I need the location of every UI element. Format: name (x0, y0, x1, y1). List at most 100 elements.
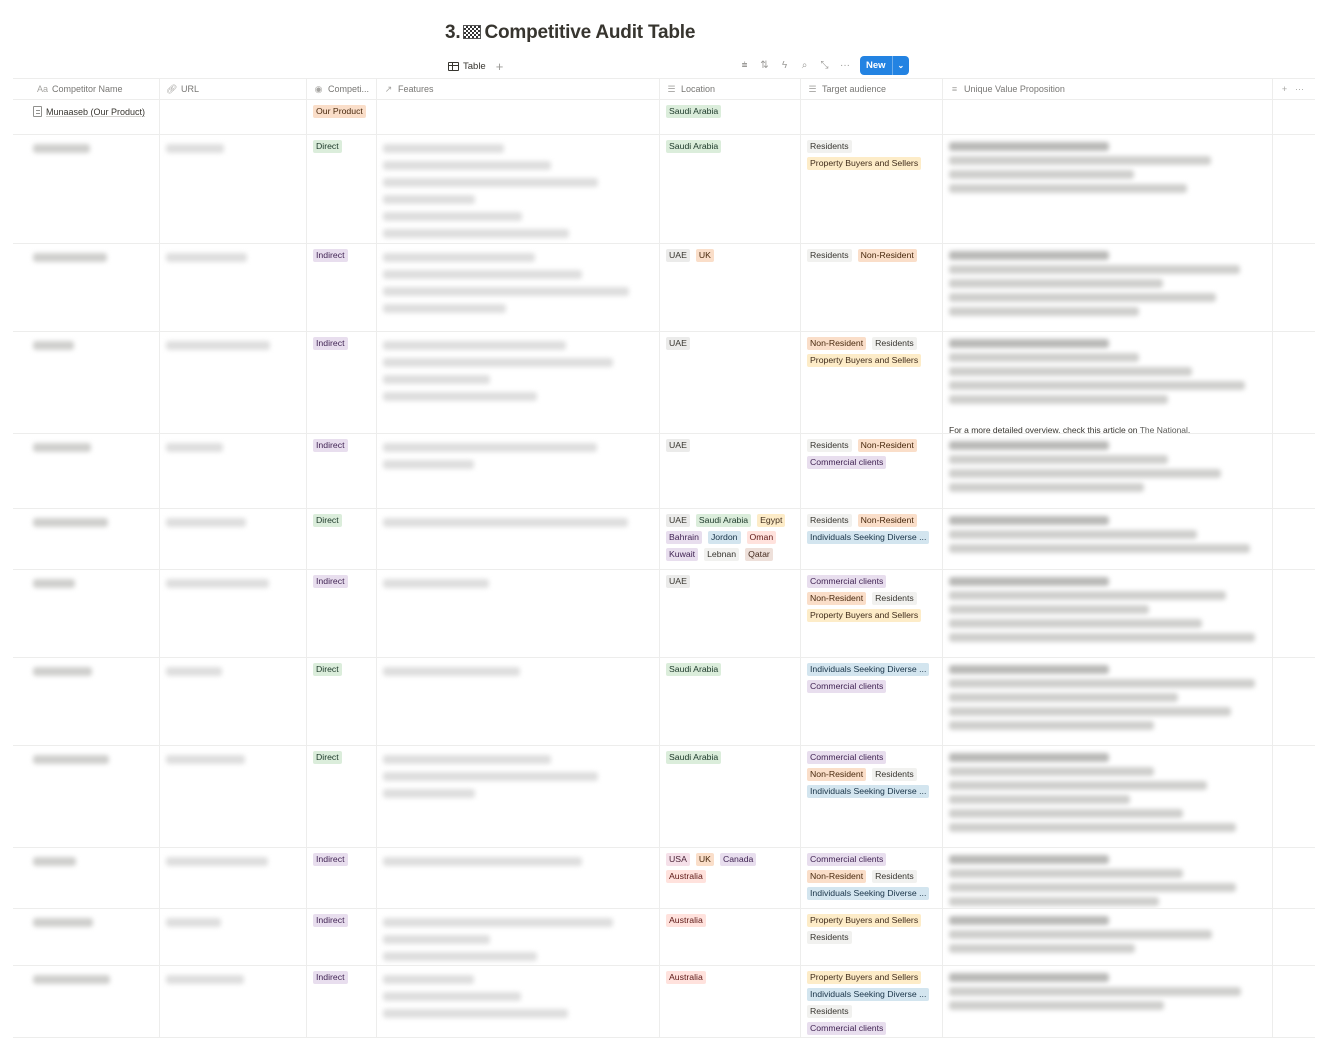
cell-target-audience[interactable]: Non-Resident Residents Property Buyers and… (801, 332, 943, 433)
cell-url[interactable] (160, 509, 307, 569)
table-row[interactable]: Indirect UAE Non-Resident Residents Property… (13, 332, 1315, 434)
cell-competitor-name[interactable] (13, 909, 160, 965)
redacted-competitor-name[interactable] (33, 341, 74, 350)
redacted-competitor-name[interactable] (33, 667, 92, 676)
cell-location[interactable]: UAE (660, 434, 801, 508)
cell-url[interactable] (160, 434, 307, 508)
cell-target-audience[interactable]: Property Buyers and Sellers Individuals S… (801, 966, 943, 1037)
redacted-competitor-name[interactable] (33, 755, 109, 764)
table-row[interactable]: Direct Saudi Arabia Residents Property Buye… (13, 135, 1315, 244)
cell-unique-value-proposition[interactable] (943, 848, 1273, 908)
cell-features[interactable] (377, 100, 660, 134)
redacted-url[interactable] (166, 918, 221, 927)
column-header-location[interactable]: ☰ Location (660, 79, 801, 99)
redacted-competitor-name[interactable] (33, 975, 110, 984)
cell-unique-value-proposition[interactable] (943, 966, 1273, 1037)
tab-table[interactable]: Table (448, 61, 486, 72)
redacted-url[interactable] (166, 755, 245, 764)
cell-competitor-type[interactable]: Indirect (307, 848, 377, 908)
more-options-button[interactable]: ··· (1294, 81, 1305, 98)
cell-location[interactable]: UAE (660, 570, 801, 657)
cell-competitor-name[interactable]: Munaaseb (Our Product) (13, 100, 160, 134)
column-header-url[interactable]: 🔗︎ URL (160, 79, 307, 99)
cell-competitor-type[interactable]: Indirect (307, 332, 377, 433)
cell-competitor-type[interactable]: Direct (307, 746, 377, 847)
redacted-url[interactable] (166, 144, 224, 153)
cell-competitor-name[interactable] (13, 244, 160, 331)
cell-features[interactable] (377, 966, 660, 1037)
cell-unique-value-proposition[interactable] (943, 244, 1273, 331)
cell-url[interactable] (160, 570, 307, 657)
redacted-competitor-name[interactable] (33, 443, 91, 452)
cell-competitor-type[interactable]: Indirect (307, 909, 377, 965)
cell-url[interactable] (160, 100, 307, 134)
redacted-url[interactable] (166, 667, 222, 676)
table-row[interactable]: Indirect UAE Residents Non-Resident Commerci… (13, 434, 1315, 509)
cell-location[interactable]: UAE UK (660, 244, 801, 331)
table-row[interactable]: Indirect Australia Property Buyers and Sel… (13, 966, 1315, 1038)
cell-features[interactable] (377, 570, 660, 657)
cell-location[interactable]: Australia (660, 909, 801, 965)
cell-target-audience[interactable]: Individuals Seeking Diverse ... Commercia… (801, 658, 943, 745)
column-header-uvp[interactable]: ≡ Unique Value Proposition (943, 79, 1273, 99)
cell-competitor-name[interactable] (13, 658, 160, 745)
cell-features[interactable] (377, 135, 660, 243)
cell-target-audience[interactable]: Commercial clients Non-Resident Residents I… (801, 746, 943, 847)
cell-unique-value-proposition[interactable] (943, 100, 1273, 134)
cell-competitor-type[interactable]: Indirect (307, 244, 377, 331)
redacted-url[interactable] (166, 518, 246, 527)
search-icon[interactable]: ⌕ (800, 60, 809, 71)
redacted-competitor-name[interactable] (33, 253, 107, 262)
cell-target-audience[interactable]: Residents Non-Resident (801, 244, 943, 331)
cell-url[interactable] (160, 966, 307, 1037)
cell-location[interactable]: Saudi Arabia (660, 100, 801, 134)
cell-url[interactable] (160, 244, 307, 331)
cell-features[interactable] (377, 509, 660, 569)
filter-icon[interactable]: ⩧ (740, 60, 749, 71)
cell-competitor-name[interactable] (13, 434, 160, 508)
uvp-article-link[interactable]: The National (1140, 425, 1188, 433)
cell-features[interactable] (377, 909, 660, 965)
cell-competitor-type[interactable]: Indirect (307, 570, 377, 657)
cell-unique-value-proposition[interactable] (943, 570, 1273, 657)
cell-url[interactable] (160, 909, 307, 965)
table-row[interactable]: Munaaseb (Our Product) Our Product Saudi A… (13, 100, 1315, 135)
table-row[interactable]: Direct Saudi Arabia Individuals Seeking Di… (13, 658, 1315, 746)
cell-location[interactable]: UAE (660, 332, 801, 433)
table-row[interactable]: Direct Saudi Arabia Commercial clients Non-… (13, 746, 1315, 848)
cell-target-audience[interactable]: Commercial clients Non-Resident Residents I… (801, 848, 943, 908)
cell-location[interactable]: USA UK Canada Australia (660, 848, 801, 908)
column-header-name[interactable]: Aa Competitor Name (13, 79, 160, 99)
more-icon[interactable]: ··· (840, 60, 850, 71)
cell-competitor-name[interactable] (13, 135, 160, 243)
cell-competitor-type[interactable]: Direct (307, 135, 377, 243)
cell-location[interactable]: Saudi Arabia (660, 658, 801, 745)
redacted-url[interactable] (166, 253, 247, 262)
cell-target-audience[interactable]: Residents Non-Resident Commercial clients (801, 434, 943, 508)
cell-competitor-name[interactable] (13, 570, 160, 657)
cell-target-audience[interactable]: Residents Property Buyers and Sellers (801, 135, 943, 243)
redacted-competitor-name[interactable] (33, 579, 75, 588)
cell-unique-value-proposition[interactable]: For a more detailed overview, check this… (943, 332, 1273, 433)
redacted-competitor-name[interactable] (33, 857, 76, 866)
table-row[interactable]: Indirect Australia Property Buyers and Sel… (13, 909, 1315, 966)
expand-icon[interactable]: ⤡ (820, 60, 829, 71)
cell-url[interactable] (160, 658, 307, 745)
cell-competitor-type[interactable]: Direct (307, 658, 377, 745)
cell-location[interactable]: Australia (660, 966, 801, 1037)
cell-features[interactable] (377, 746, 660, 847)
redacted-url[interactable] (166, 579, 269, 588)
sort-icon[interactable]: ⇅ (760, 60, 769, 71)
cell-url[interactable] (160, 746, 307, 847)
cell-unique-value-proposition[interactable] (943, 658, 1273, 745)
cell-competitor-type[interactable]: Direct (307, 509, 377, 569)
cell-target-audience[interactable] (801, 100, 943, 134)
cell-competitor-name[interactable] (13, 509, 160, 569)
cell-unique-value-proposition[interactable] (943, 135, 1273, 243)
cell-unique-value-proposition[interactable] (943, 746, 1273, 847)
cell-competitor-type[interactable]: Indirect (307, 966, 377, 1037)
competitor-name[interactable]: Munaaseb (Our Product) (33, 105, 153, 119)
cell-unique-value-proposition[interactable] (943, 909, 1273, 965)
cell-features[interactable] (377, 658, 660, 745)
cell-target-audience[interactable]: Commercial clients Non-Resident Residents P… (801, 570, 943, 657)
